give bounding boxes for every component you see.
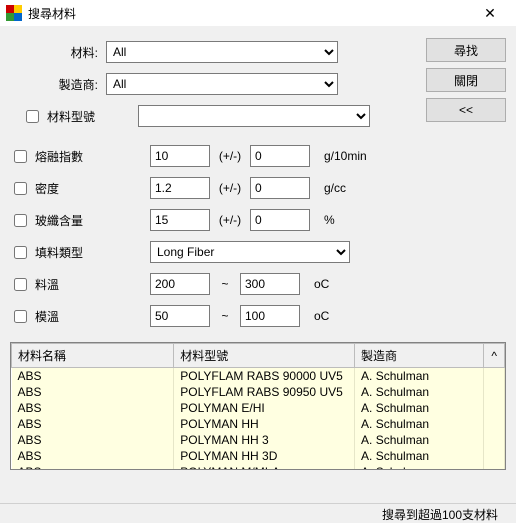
melt-temp-checkbox[interactable] bbox=[14, 278, 27, 291]
cell-model: POLYFLAM RABS 90950 UV5 bbox=[174, 384, 355, 400]
material-label: 材料: bbox=[10, 44, 106, 61]
pm-label: (+/-) bbox=[210, 149, 250, 163]
cell-empty bbox=[484, 400, 505, 416]
model-checkbox[interactable] bbox=[26, 110, 39, 123]
filler-type-checkbox[interactable] bbox=[14, 246, 27, 259]
table-row[interactable]: ABSPOLYMAN M/MI-AA. Schulman bbox=[12, 464, 505, 469]
cell-model: POLYMAN HH 3 bbox=[174, 432, 355, 448]
filler-type-select[interactable]: Long Fiber bbox=[150, 241, 350, 263]
cell-name: ABS bbox=[12, 384, 174, 400]
cell-model: POLYMAN HH bbox=[174, 416, 355, 432]
button-column: 尋找 關閉 << bbox=[426, 38, 506, 134]
cell-name: ABS bbox=[12, 416, 174, 432]
glass-content-pm-input[interactable] bbox=[250, 209, 310, 231]
cell-model: POLYMAN E/HI bbox=[174, 400, 355, 416]
mold-temp-unit: oC bbox=[314, 309, 329, 323]
manufacturer-select[interactable]: All bbox=[106, 73, 338, 95]
melt-index-input[interactable] bbox=[150, 145, 210, 167]
model-select[interactable] bbox=[138, 105, 370, 127]
cell-mfr: A. Schulman bbox=[355, 432, 484, 448]
close-button[interactable]: 關閉 bbox=[426, 68, 506, 92]
cell-name: ABS bbox=[12, 448, 174, 464]
model-label: 材料型號 bbox=[47, 108, 95, 125]
filler-type-label: 填料類型 bbox=[35, 244, 83, 261]
mold-temp-lo-input[interactable] bbox=[150, 305, 210, 327]
form-area: 材料: All 製造商: All 材料型號 bbox=[10, 38, 416, 134]
mold-temp-checkbox[interactable] bbox=[14, 310, 27, 323]
table-header-row: 材料名稱 材料型號 製造商 ^ bbox=[12, 344, 505, 368]
app-icon bbox=[6, 5, 22, 21]
material-select[interactable]: All bbox=[106, 41, 338, 63]
cell-mfr: A. Schulman bbox=[355, 400, 484, 416]
close-icon[interactable]: ✕ bbox=[470, 5, 510, 22]
melt-temp-hi-input[interactable] bbox=[240, 273, 300, 295]
table-body: ABSPOLYFLAM RABS 90000 UV5A. SchulmanABS… bbox=[12, 368, 505, 470]
cell-empty bbox=[484, 384, 505, 400]
cell-name: ABS bbox=[12, 400, 174, 416]
cell-empty bbox=[484, 416, 505, 432]
cell-mfr: A. Schulman bbox=[355, 416, 484, 432]
cell-name: ABS bbox=[12, 464, 174, 469]
cell-empty bbox=[484, 448, 505, 464]
table-row[interactable]: ABSPOLYFLAM RABS 90950 UV5A. Schulman bbox=[12, 384, 505, 400]
density-unit: g/cc bbox=[324, 181, 346, 195]
cell-model: POLYMAN HH 3D bbox=[174, 448, 355, 464]
pm-label-3: (+/-) bbox=[210, 213, 250, 227]
glass-content-input[interactable] bbox=[150, 209, 210, 231]
melt-index-pm-input[interactable] bbox=[250, 145, 310, 167]
cell-model: POLYMAN M/MI-A bbox=[174, 464, 355, 469]
col-model[interactable]: 材料型號 bbox=[174, 344, 355, 368]
melt-temp-label: 料溫 bbox=[35, 276, 59, 293]
content-area: 材料: All 製造商: All 材料型號 bbox=[0, 26, 516, 503]
find-button[interactable]: 尋找 bbox=[426, 38, 506, 62]
mold-temp-hi-input[interactable] bbox=[240, 305, 300, 327]
density-input[interactable] bbox=[150, 177, 210, 199]
table-row[interactable]: ABSPOLYMAN HHA. Schulman bbox=[12, 416, 505, 432]
table-row[interactable]: ABSPOLYFLAM RABS 90000 UV5A. Schulman bbox=[12, 368, 505, 385]
melt-index-checkbox[interactable] bbox=[14, 150, 27, 163]
results-table: 材料名稱 材料型號 製造商 ^ ABSPOLYFLAM RABS 90000 U… bbox=[11, 343, 505, 469]
status-text: 搜尋到超過100支材料 bbox=[382, 508, 498, 522]
melt-index-label: 熔融指數 bbox=[35, 148, 83, 165]
cell-model: POLYFLAM RABS 90000 UV5 bbox=[174, 368, 355, 385]
melt-temp-unit: oC bbox=[314, 277, 329, 291]
density-pm-input[interactable] bbox=[250, 177, 310, 199]
window-title: 搜尋材料 bbox=[28, 5, 470, 22]
tilde-2: ~ bbox=[210, 309, 240, 323]
col-up-arrow[interactable]: ^ bbox=[484, 344, 505, 368]
table-row[interactable]: ABSPOLYMAN HH 3A. Schulman bbox=[12, 432, 505, 448]
mold-temp-label: 模溫 bbox=[35, 308, 59, 325]
cell-mfr: A. Schulman bbox=[355, 448, 484, 464]
col-mfr[interactable]: 製造商 bbox=[355, 344, 484, 368]
tilde-1: ~ bbox=[210, 277, 240, 291]
collapse-button[interactable]: << bbox=[426, 98, 506, 122]
cell-mfr: A. Schulman bbox=[355, 368, 484, 385]
search-material-window: 搜尋材料 ✕ 材料: All 製造商: All bbox=[0, 0, 516, 523]
cell-empty bbox=[484, 432, 505, 448]
melt-temp-lo-input[interactable] bbox=[150, 273, 210, 295]
cell-mfr: A. Schulman bbox=[355, 464, 484, 469]
cell-name: ABS bbox=[12, 432, 174, 448]
cell-empty bbox=[484, 368, 505, 385]
results-table-wrap: 材料名稱 材料型號 製造商 ^ ABSPOLYFLAM RABS 90000 U… bbox=[10, 342, 506, 470]
manufacturer-label: 製造商: bbox=[10, 76, 106, 93]
density-label: 密度 bbox=[35, 180, 59, 197]
table-row[interactable]: ABSPOLYMAN E/HIA. Schulman bbox=[12, 400, 505, 416]
results-table-scroll[interactable]: 材料名稱 材料型號 製造商 ^ ABSPOLYFLAM RABS 90000 U… bbox=[11, 343, 505, 469]
cell-name: ABS bbox=[12, 368, 174, 385]
glass-content-checkbox[interactable] bbox=[14, 214, 27, 227]
status-bar: 搜尋到超過100支材料 bbox=[0, 503, 516, 523]
pm-label-2: (+/-) bbox=[210, 181, 250, 195]
density-checkbox[interactable] bbox=[14, 182, 27, 195]
table-row[interactable]: ABSPOLYMAN HH 3DA. Schulman bbox=[12, 448, 505, 464]
glass-content-unit: % bbox=[324, 213, 335, 227]
melt-index-unit: g/10min bbox=[324, 149, 367, 163]
cell-empty bbox=[484, 464, 505, 469]
titlebar: 搜尋材料 ✕ bbox=[0, 0, 516, 26]
col-name[interactable]: 材料名稱 bbox=[12, 344, 174, 368]
glass-content-label: 玻纖含量 bbox=[35, 212, 83, 229]
cell-mfr: A. Schulman bbox=[355, 384, 484, 400]
